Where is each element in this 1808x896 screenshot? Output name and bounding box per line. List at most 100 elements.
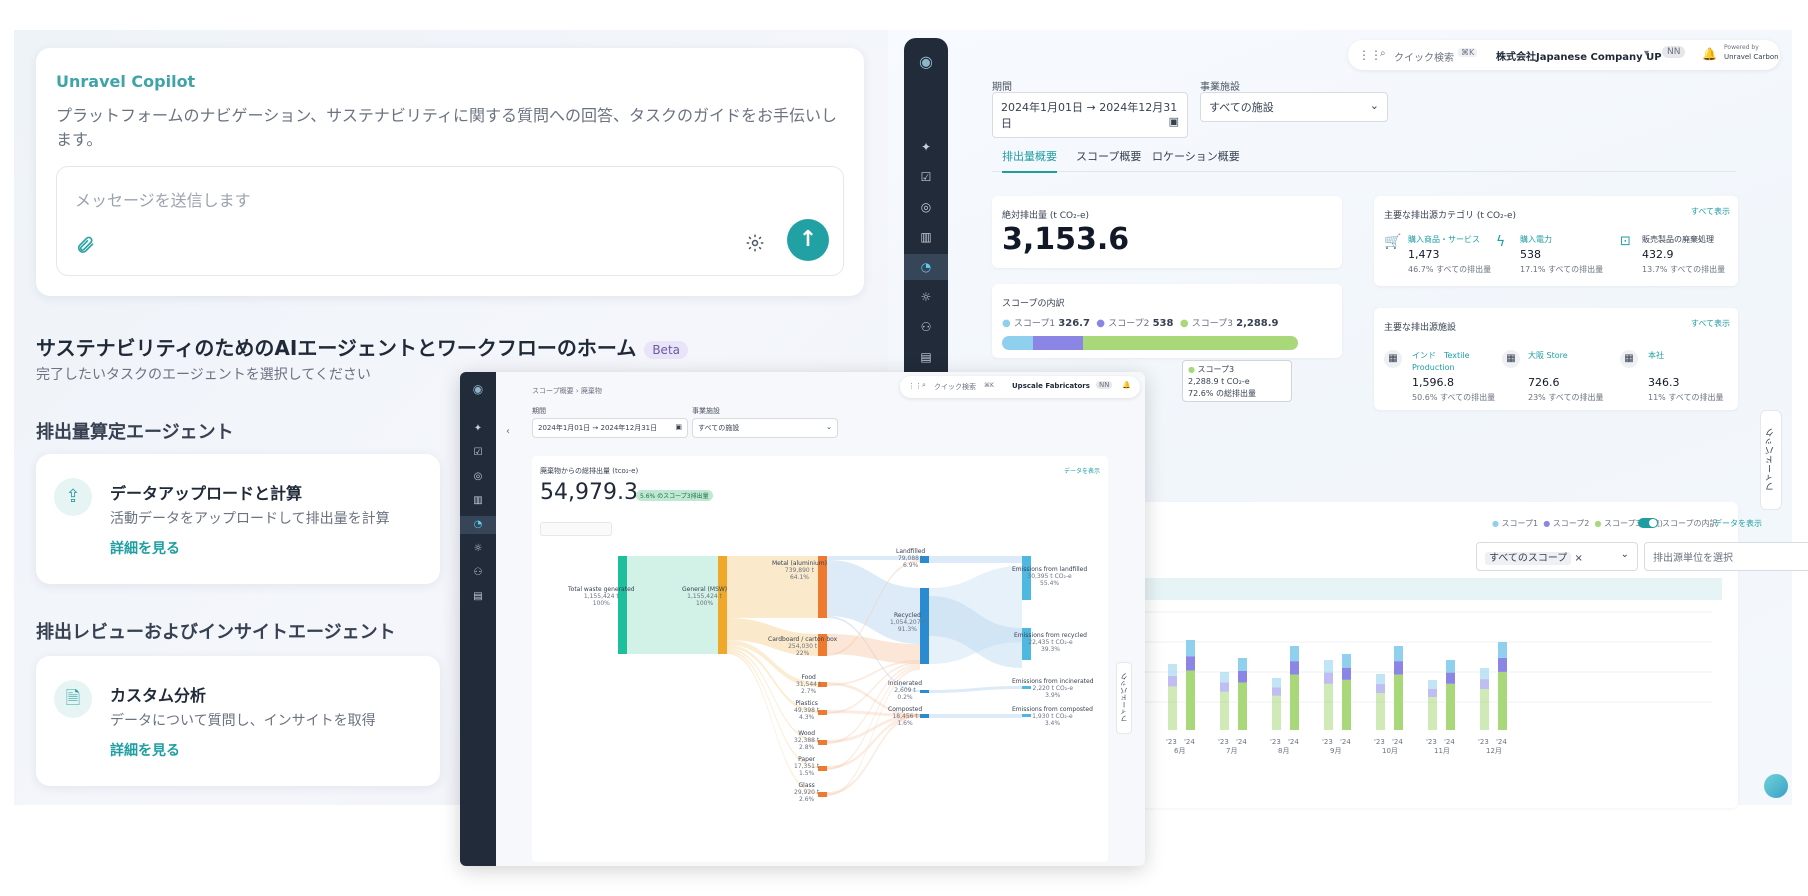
cart-icon: 🛒 [1384, 234, 1402, 250]
users-icon[interactable]: ⚇ [904, 314, 948, 340]
details-link[interactable]: 詳細を見る [110, 740, 180, 760]
shortcut-hint: ⌘K [984, 382, 994, 389]
facility-select[interactable]: すべての施設 ⌄ [1200, 92, 1388, 122]
agent-card-upload[interactable]: ⇪ データアップロードと計算 活動データをアップロードして排出量を計算 詳細を見… [36, 454, 440, 584]
node-name: Emissions from recycled [1014, 632, 1087, 639]
tab-location-overview[interactable]: ロケーション概要 [1152, 148, 1240, 164]
node-name: Emissions from composted [1012, 706, 1093, 713]
bar-scope2 [1186, 656, 1195, 671]
company-selector[interactable]: Upscale Fabricators [1012, 382, 1090, 390]
year-tick: '24 [1444, 738, 1455, 746]
section-title-insights: 排出レビューおよびインサイトエージェント [36, 622, 396, 643]
quick-search[interactable]: クイック検索 [934, 382, 976, 392]
breadcrumb-item[interactable]: スコープ概要 [532, 387, 574, 395]
copilot-title: Unravel Copilot [56, 72, 196, 91]
wand-icon[interactable]: ✦ [460, 420, 496, 438]
bar-scope3 [1446, 683, 1455, 730]
date-range-picker[interactable]: 2024年1月01日 → 2024年12月31日 ▣ [532, 418, 688, 438]
show-all-link[interactable]: すべて表示 [1691, 206, 1730, 217]
bar-scope1 [1428, 680, 1437, 689]
node-pct: 2.7% [801, 688, 817, 695]
building-icon: ▦ [1502, 350, 1520, 368]
paperclip-icon[interactable] [75, 235, 95, 260]
users-icon[interactable]: ⚇ [460, 564, 496, 582]
bar-scope2 [1498, 657, 1507, 672]
node-name: General (MSW) [682, 586, 728, 593]
scope-bar-segment[interactable] [1002, 336, 1033, 350]
category-name: 購入商品・サービス [1408, 235, 1480, 244]
gear-icon[interactable] [743, 233, 767, 257]
bar-scope2 [1290, 661, 1299, 675]
facility-value: すべての施設 [1209, 101, 1274, 114]
node-value: 254,030 t [788, 643, 818, 650]
pie-chart-icon[interactable]: ◔ [904, 254, 948, 280]
scope2-name: スコープ2 [1108, 319, 1150, 329]
facility-name: インド Textile Production [1412, 351, 1470, 372]
bar-chart-icon[interactable]: ▥ [904, 224, 948, 250]
feedback-tab[interactable]: フィードバック [1760, 410, 1782, 510]
agent-card-analysis[interactable]: 🗎 カスタム分析 データについて質問し、インサイトを取得 詳細を見る [36, 656, 440, 786]
document-icon[interactable]: ▤ [904, 344, 948, 370]
node-pct: 22% [795, 650, 810, 657]
checklist-icon[interactable]: ☑ [460, 444, 496, 462]
scope-breakdown-bar[interactable] [1002, 336, 1298, 350]
brand-name: Unravel Carbon [1724, 53, 1779, 61]
sankey-node-label: Total waste generated 1,155,424 t 100% [568, 586, 635, 607]
facility-item[interactable]: ▦ インド Textile Production 1,596.8 50.6% す… [1384, 350, 1495, 406]
bar-chart-icon[interactable]: ▥ [460, 492, 496, 510]
user-avatar[interactable]: NN [1096, 381, 1113, 389]
node-pct: 2.6% [799, 796, 815, 803]
logo-icon: ◉ [472, 382, 484, 396]
scope-bar-segment[interactable] [1083, 336, 1298, 350]
category-pct: 17.1% すべての排出量 [1520, 265, 1604, 274]
document-icon[interactable]: ▤ [460, 588, 496, 606]
bell-icon[interactable]: 🔔 [1702, 47, 1717, 61]
tab-emissions-overview[interactable]: 排出量概要 [1002, 148, 1057, 173]
pie-chart-icon[interactable]: ◔ [460, 516, 496, 534]
company-selector[interactable]: 株式会社Japanese Company UP [1496, 48, 1662, 63]
month-tick: 9月 [1330, 747, 1341, 755]
month-tick: 10月 [1382, 747, 1398, 755]
send-button[interactable]: ↑ [787, 219, 829, 261]
sun-icon[interactable]: ☼ [904, 284, 948, 310]
sun-icon[interactable]: ☼ [460, 540, 496, 558]
copilot-launcher[interactable] [1764, 774, 1788, 798]
bar-scope1 [1238, 658, 1247, 671]
scope-bar-segment[interactable] [1032, 336, 1084, 350]
node-value: 739,890 t [784, 567, 814, 574]
agent-description: 活動データをアップロードして排出量を計算 [110, 511, 390, 527]
month-tick: 11月 [1434, 747, 1450, 755]
waste-sankey-window: ◉ ✦ ☑ ◎ ▥ ◔ ☼ ⚇ ▤ スコープ概要 › 廃棄物 ⋮⋮ ⌕ クイック… [460, 372, 1145, 866]
year-tick: '23 [1478, 738, 1489, 746]
apps-grid-icon[interactable]: ⋮⋮ [1358, 48, 1382, 62]
node-name: Composted [888, 706, 923, 713]
feedback-tab[interactable]: フィードバック [1116, 662, 1132, 734]
node-pct: 1.6% [897, 720, 913, 727]
message-input[interactable]: メッセージを送信します [75, 187, 251, 211]
user-avatar[interactable]: NN [1662, 46, 1686, 58]
sankey-node-label: Metal (aluminium) 739,890 t 64.1% [772, 560, 827, 581]
node-value: 1,155,424 t [687, 593, 722, 600]
wand-icon[interactable]: ✦ [904, 134, 948, 160]
bar-scope3 [1168, 686, 1177, 730]
apps-grid-icon[interactable]: ⋮⋮ [908, 382, 922, 390]
period-label: 期間 [532, 407, 546, 415]
date-range-picker[interactable]: 2024年1月01日 → 2024年12月31日 ▣ [992, 92, 1188, 138]
facility-value: 726.6 [1528, 376, 1560, 389]
tooltip-name: スコープ3 [1197, 365, 1235, 374]
message-composer[interactable]: メッセージを送信します ↑ [56, 166, 844, 276]
facility-item[interactable]: ▦ 本社 346.3 11% すべての排出量 [1620, 350, 1730, 406]
target-icon[interactable]: ◎ [904, 194, 948, 220]
checklist-icon[interactable]: ☑ [904, 164, 948, 190]
target-icon[interactable]: ◎ [460, 468, 496, 486]
sankey-node-label: Food 31,544 t 2.7% [796, 674, 821, 695]
bar-scope2 [1428, 689, 1437, 697]
bell-icon[interactable]: 🔔 [1122, 381, 1131, 389]
facility-item[interactable]: ▦ 大阪 Store 726.6 23% すべての排出量 [1502, 350, 1603, 406]
quick-search[interactable]: クイック検索 [1394, 49, 1454, 64]
show-all-link[interactable]: すべて表示 [1691, 318, 1730, 329]
chevron-left-icon[interactable]: ‹ [506, 426, 510, 437]
tab-scope-overview[interactable]: スコープ概要 [1076, 148, 1141, 164]
facility-select[interactable]: すべての施設 ⌄ [692, 418, 838, 438]
details-link[interactable]: 詳細を見る [110, 538, 180, 558]
